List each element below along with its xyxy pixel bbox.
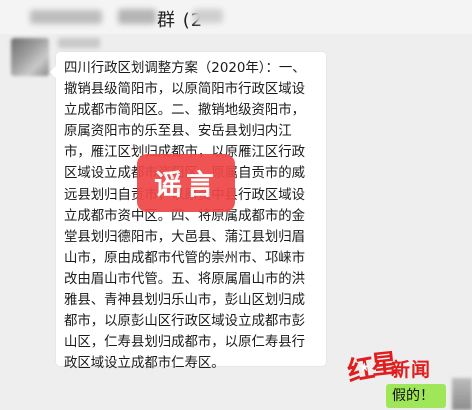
rumor-stamp-label: 谣言 bbox=[153, 168, 218, 201]
message-text: 四川行政区划调整方案（2020年）：一、撤销县级简阳市，以原简阳市行政区域设立成… bbox=[64, 61, 306, 372]
watermark-news: 新闻 bbox=[391, 359, 432, 381]
blurred-group-name bbox=[30, 10, 102, 24]
star-icon: ★ bbox=[359, 360, 370, 374]
rumor-stamp: 谣言 bbox=[137, 154, 235, 212]
chat-title-bar: 群 (2 bbox=[0, 0, 472, 34]
sender-avatar[interactable] bbox=[11, 38, 49, 76]
blurred-group-name-2 bbox=[118, 9, 156, 24]
blurred-sender-name bbox=[58, 38, 100, 48]
blurred-member-count bbox=[193, 9, 223, 23]
self-avatar[interactable] bbox=[452, 378, 472, 410]
reply-bubble[interactable]: 假的！ bbox=[386, 384, 446, 408]
hongxing-news-watermark: 红 星 ★ 新闻 bbox=[345, 348, 445, 388]
